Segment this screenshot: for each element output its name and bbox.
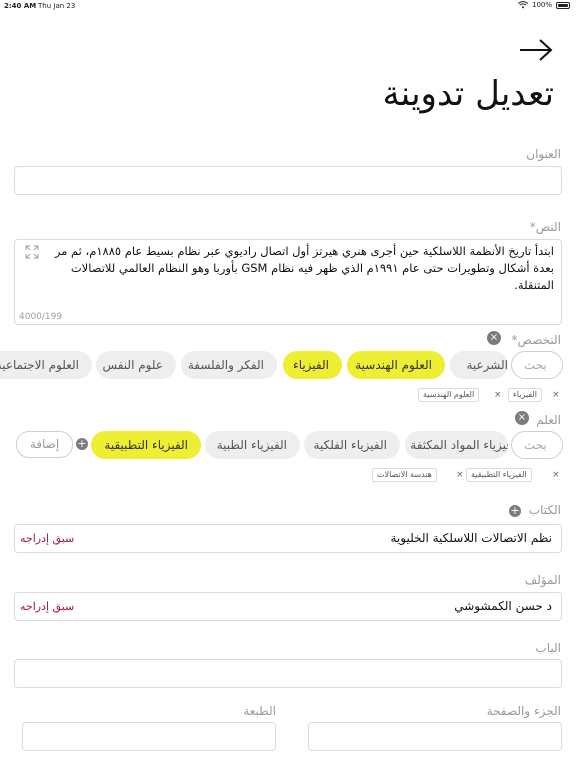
status-bar: 2:40 AM Thu Jan 23 100% xyxy=(0,0,576,12)
tag-remove-icon[interactable]: × xyxy=(494,388,502,402)
edition-label: الطبعة xyxy=(243,704,276,718)
chip-astrophysics[interactable]: الفيزياء الفلكية xyxy=(304,431,400,459)
specialization-clear-icon[interactable]: × xyxy=(487,331,501,345)
book-label: الكتاب xyxy=(528,503,561,517)
science-label: العلم xyxy=(536,413,561,427)
book-value: نظم الاتصالات اللاسلكية الخليوية xyxy=(390,531,553,545)
specialization-chip-row: بحث الشرعية العلوم الهندسية الفيزياء الف… xyxy=(0,351,576,381)
title-field-label: العنوان xyxy=(526,147,561,161)
author-previously-inserted-link[interactable]: سبق إدراجه xyxy=(20,600,74,613)
chapter-label: الباب xyxy=(535,641,561,655)
char-counter: 4000/199 xyxy=(19,312,63,322)
chip-applied-physics[interactable]: الفيزياء التطبيقية xyxy=(91,431,201,459)
part-page-input[interactable] xyxy=(308,722,562,751)
edition-input[interactable] xyxy=(22,722,276,751)
chip-condensed-matter-label: فيزياء المواد المكثفة xyxy=(410,438,508,452)
page-title: تعديل تدوينة xyxy=(382,74,554,114)
chip-social-sciences[interactable]: العلوم الاجتماعية xyxy=(0,351,92,379)
author-value: د حسن الكمشوشي xyxy=(454,599,552,613)
science-search-placeholder: بحث xyxy=(524,438,547,452)
tag-remove-icon[interactable]: × xyxy=(552,468,560,482)
title-input[interactable] xyxy=(14,166,562,195)
chip-engineering-sciences[interactable]: العلوم الهندسية xyxy=(347,351,445,379)
part-page-label: الجزء والصفحة xyxy=(486,704,561,718)
status-right: 100% xyxy=(517,1,570,9)
wifi-icon xyxy=(517,1,528,9)
expand-icon[interactable] xyxy=(25,245,39,259)
specialization-label: التخصص* xyxy=(511,333,561,347)
tag-remove-icon[interactable]: × xyxy=(456,468,464,482)
selected-tag: هندسة الاتصالات xyxy=(372,468,437,482)
specialization-search-placeholder: بحث xyxy=(524,358,547,372)
book-previously-inserted-link[interactable]: سبق إدراجه xyxy=(20,532,74,545)
text-area[interactable]: ابتدأ تاريخ الأنظمة اللاسلكية حين أجرى ه… xyxy=(14,239,562,325)
battery-icon xyxy=(556,1,570,9)
back-arrow-icon[interactable] xyxy=(518,36,554,64)
selected-tag: العلوم الهندسية xyxy=(418,388,480,402)
selected-tag: الفيزياء التطبيقية xyxy=(466,468,532,482)
chip-thought-philosophy[interactable]: الفكر والفلسفة xyxy=(181,351,277,379)
specialization-search-input[interactable]: بحث xyxy=(511,351,563,379)
status-date: Thu Jan 23 xyxy=(38,2,76,10)
chip-physics[interactable]: الفيزياء xyxy=(283,351,342,379)
battery-percent: 100% xyxy=(531,1,552,9)
science-search-input[interactable]: بحث xyxy=(511,431,563,459)
selected-tag: الفيزياء xyxy=(508,388,542,402)
chip-psychology[interactable]: علوم النفس xyxy=(96,351,176,379)
science-clear-icon[interactable]: × xyxy=(515,411,529,425)
chip-condensed-matter[interactable]: فيزياء المواد المكثفة xyxy=(405,431,508,459)
text-area-value: ابتدأ تاريخ الأنظمة اللاسلكية حين أجرى ه… xyxy=(54,244,554,292)
chip-medical-physics[interactable]: الفيزياء الطبية xyxy=(205,431,300,459)
add-book-icon[interactable]: + xyxy=(509,505,521,517)
text-field-label: النص* xyxy=(529,220,561,234)
add-circle-icon[interactable]: + xyxy=(76,438,88,450)
chapter-input[interactable] xyxy=(14,659,562,688)
add-button[interactable]: إضافة xyxy=(16,431,73,458)
author-label: المؤلف xyxy=(524,573,561,587)
chip-shariah[interactable]: الشرعية xyxy=(450,351,508,379)
status-time: 2:40 AM xyxy=(4,2,37,10)
tag-remove-icon[interactable]: × xyxy=(552,388,560,402)
